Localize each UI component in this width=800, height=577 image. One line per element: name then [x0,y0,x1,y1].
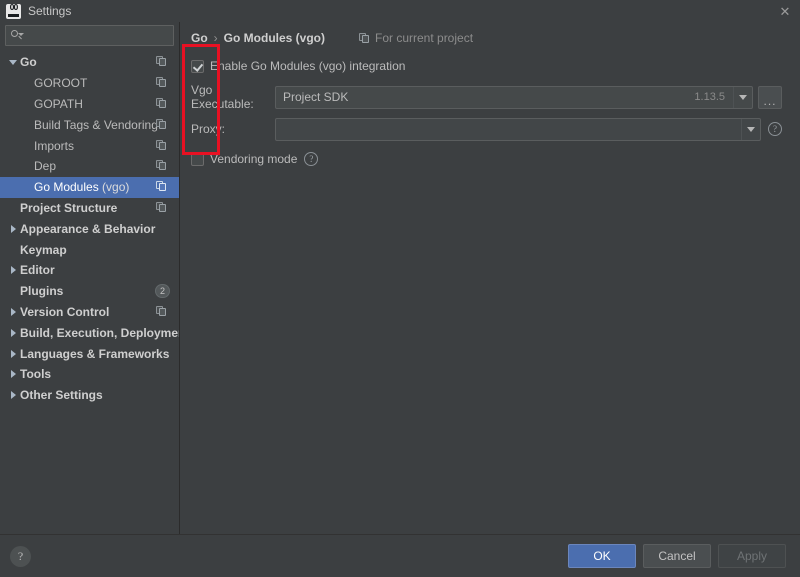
enable-go-modules-checkbox[interactable] [191,59,204,73]
breadcrumb-current: Go Modules (vgo) [223,31,325,45]
sidebar-item-appearance-behavior[interactable]: Appearance & Behavior [0,218,179,239]
sidebar-item-version-control[interactable]: Version Control [0,302,179,323]
sidebar-item-label: Go Modules (vgo) [34,180,130,195]
search-box[interactable] [5,25,185,46]
window-title-bar: Settings ✕ [0,0,800,22]
vgo-executable-row: Vgo Executable: Project SDK 1.13.5 ... [191,83,782,111]
sidebar-item-label: Keymap [20,242,67,257]
chevron-right-icon[interactable] [6,328,20,337]
sidebar-item-editor[interactable]: Editor [0,260,179,281]
project-scope-icon [156,139,167,151]
sidebar-item-label: Go [20,55,37,70]
settings-form: Enable Go Modules (vgo) integration Vgo … [180,50,800,169]
sidebar-item-goroot[interactable]: GOROOT [0,73,179,94]
project-scope-icon [156,77,167,88]
search-row [0,22,185,50]
breadcrumb-root[interactable]: Go [191,31,208,45]
project-scope-icon [156,305,167,317]
sidebar-item-label: GOPATH [34,96,83,111]
enable-go-modules-row[interactable]: Enable Go Modules (vgo) integration [191,56,782,76]
vendoring-mode-label: Vendoring mode [210,152,298,166]
scope-note-label: For current project [375,31,474,45]
sidebar-item-label: Version Control [20,304,110,319]
sidebar-item-build-execution-deployment[interactable]: Build, Execution, Deployment [0,322,179,343]
close-icon[interactable]: ✕ [776,2,794,20]
sidebar-item-gopath[interactable]: GOPATH [0,94,179,115]
sidebar-item-label: Editor [20,263,55,278]
help-icon[interactable]: ? [10,545,31,567]
settings-tree: Go GOROOT GOPATH Build Tags & Vendoring Impo… [0,50,179,556]
sidebar-item-label: Tools [20,367,52,382]
search-icon[interactable] [10,29,24,42]
chevron-down-icon[interactable] [741,118,760,140]
vendoring-mode-row[interactable]: Vendoring mode ? [191,149,782,169]
sidebar-item-imports[interactable]: Imports [0,135,179,156]
proxy-label: Proxy: [191,122,226,136]
sidebar-item-plugins[interactable]: Plugins 2 [0,281,179,302]
plugin-update-badge: 2 [155,284,170,299]
sidebar-item-project-structure[interactable]: Project Structure [0,198,179,219]
sidebar-item-label: Plugins [20,284,64,299]
sidebar-item-languages-frameworks[interactable]: Languages & Frameworks [0,343,179,364]
sidebar-item-label: Project Structure [20,200,118,215]
breadcrumb-separator: › [213,31,218,45]
proxy-help-icon[interactable]: ? [768,122,782,136]
chevron-right-icon[interactable] [6,370,20,379]
project-scope-icon [156,118,167,130]
sidebar-item-keymap[interactable]: Keymap [0,239,179,260]
breadcrumb-row: Go › Go Modules (vgo) For current projec… [180,26,800,50]
dialog-footer: ? OK Cancel Apply [0,534,800,577]
sidebar-item-label: Other Settings [20,388,103,403]
cancel-button[interactable]: Cancel [643,544,711,568]
chevron-down-icon[interactable] [6,59,20,65]
sidebar-item-label: Build Tags & Vendoring [34,117,158,132]
proxy-combo[interactable] [275,117,761,141]
chevron-right-icon[interactable] [6,266,20,275]
project-scope-icon [156,181,167,192]
vendoring-mode-checkbox[interactable] [191,152,204,166]
search-input[interactable] [26,27,185,44]
window-title: Settings [28,4,72,18]
sidebar-item-label: Imports [34,138,75,153]
sidebar-item-tools[interactable]: Tools [0,364,179,385]
project-scope-icon [156,56,167,67]
sidebar-item-build-tags-vendoring[interactable]: Build Tags & Vendoring [0,114,179,135]
goland-logo-icon [6,3,21,19]
chevron-right-icon[interactable] [6,307,20,316]
browse-button[interactable]: ... [758,85,782,109]
apply-button: Apply [718,544,786,568]
sidebar-item-label: Build, Execution, Deployment [20,325,179,340]
vgo-executable-value: Project SDK [283,90,349,104]
chevron-right-icon[interactable] [6,391,20,400]
sidebar-item-label: Languages & Frameworks [20,346,170,361]
project-scope-icon [156,97,167,109]
sidebar-item-go-modules-vgo[interactable]: Go Modules (vgo) [0,176,179,198]
proxy-row: Proxy: ? [191,117,782,141]
sidebar-item-dep[interactable]: Dep [0,156,179,177]
sidebar-item-label: Dep [34,159,57,174]
settings-detail-pane: Go › Go Modules (vgo) For current projec… [180,22,800,556]
chevron-right-icon[interactable] [6,349,20,358]
vgo-executable-label: Vgo Executable: [191,83,254,111]
vgo-executable-version: 1.13.5 [694,91,725,103]
vgo-executable-combo[interactable]: Project SDK 1.13.5 [275,85,753,109]
breadcrumb: Go › Go Modules (vgo) [191,31,325,45]
project-scope-icon [359,32,370,44]
chevron-down-icon[interactable] [733,86,752,108]
dialog-body: Go GOROOT GOPATH Build Tags & Vendoring Impo… [0,22,800,556]
scope-note: For current project [359,31,473,45]
ok-button[interactable]: OK [568,544,636,568]
project-scope-icon [156,201,167,213]
sidebar-item-label: GOROOT [34,76,88,91]
sidebar-item-label: Appearance & Behavior [20,221,156,236]
chevron-right-icon[interactable] [6,224,20,233]
enable-go-modules-label: Enable Go Modules (vgo) integration [210,59,406,73]
project-scope-icon [156,160,167,171]
settings-sidebar: Go GOROOT GOPATH Build Tags & Vendoring Impo… [0,22,185,556]
sidebar-item-other-settings[interactable]: Other Settings [0,385,179,406]
sidebar-item-go[interactable]: Go [0,52,179,73]
vendoring-mode-help-icon[interactable]: ? [304,152,319,166]
